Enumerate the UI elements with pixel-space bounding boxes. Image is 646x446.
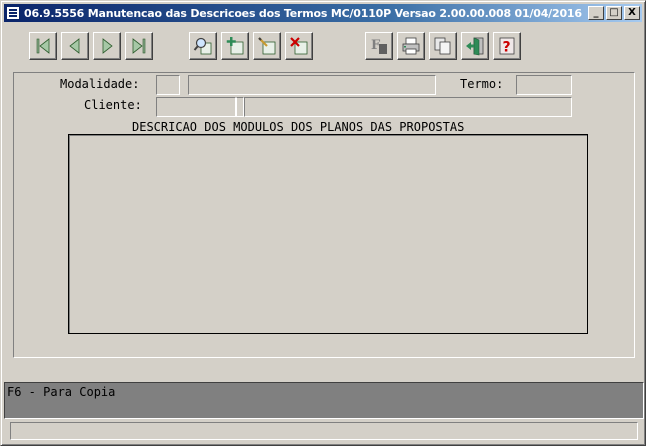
app-icon[interactable] [6,6,20,20]
application-window: 06.9.5556 Manutencao das Descricoes dos … [0,0,646,446]
edit-button[interactable] [253,32,281,60]
help-icon: ? [499,37,515,56]
previous-record-button[interactable] [61,32,89,60]
section-title: DESCRICAO DOS MODULOS DOS PLANOS DAS PRO… [132,120,465,134]
edit-icon [258,37,276,55]
termo-label: Termo: [460,77,504,91]
modalidade-description-field [188,75,436,95]
print-icon [402,37,420,55]
cliente-code-field[interactable] [156,97,236,117]
first-icon [36,38,50,54]
next-record-button[interactable] [93,32,121,60]
modalidade-label: Modalidade: [60,77,140,91]
close-button[interactable]: X [624,6,640,20]
filter-button[interactable]: F [365,32,393,60]
print-button[interactable] [397,32,425,60]
maximize-button[interactable]: □ [606,6,622,20]
modalidade-code-field[interactable] [156,75,180,95]
zoom-icon [193,37,212,55]
add-icon [226,37,244,55]
description-textarea[interactable] [68,134,588,334]
help-button[interactable]: ? [493,32,521,60]
last-icon [132,38,146,54]
cliente-separator [236,97,244,117]
termo-field[interactable] [516,75,572,95]
delete-button[interactable] [285,32,313,60]
title-bar[interactable]: 06.9.5556 Manutencao das Descricoes dos … [4,4,642,22]
search-button[interactable] [189,32,217,60]
first-record-button[interactable] [29,32,57,60]
window-title: 06.9.5556 Manutencao das Descricoes dos … [24,6,586,20]
cliente-description-field [244,97,572,117]
exit-button[interactable] [461,32,489,60]
last-record-button[interactable] [125,32,153,60]
delete-icon [290,37,308,55]
copy-button[interactable] [429,32,457,60]
next-icon [102,38,113,54]
minimize-button[interactable]: _ [588,6,604,20]
function-key-hint-bar: F6 - Para Copia [4,382,644,419]
status-bar [10,422,638,440]
toolbar: F ? [4,25,642,69]
cliente-label: Cliente: [84,98,142,112]
exit-icon [466,37,484,56]
add-button[interactable] [221,32,249,60]
svg-text:?: ? [503,40,511,56]
filter-icon: F [371,38,387,54]
hint-text: F6 - Para Copia [7,385,116,399]
copy-icon [434,37,451,55]
previous-icon [69,38,80,54]
